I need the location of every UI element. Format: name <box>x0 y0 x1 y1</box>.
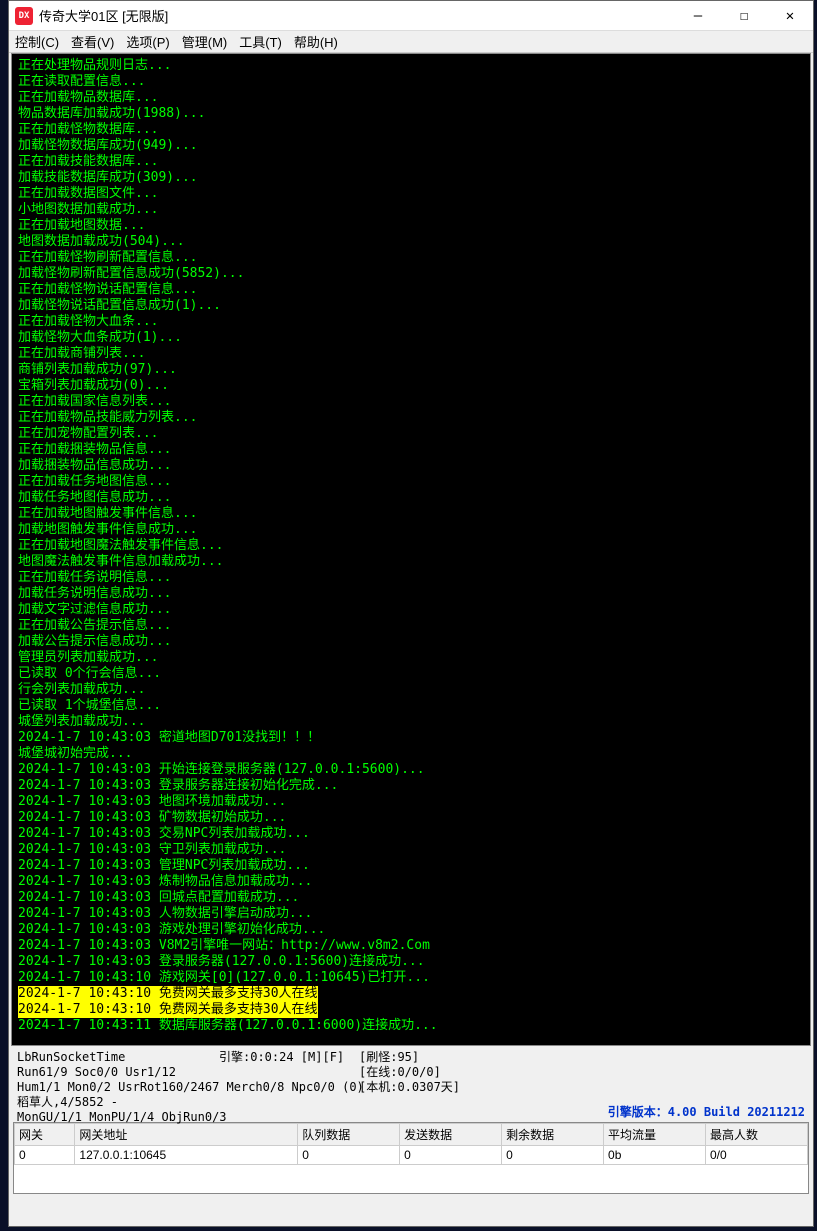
col-header[interactable]: 网关地址 <box>75 1124 298 1146</box>
status-col-mid: 引擎:0:0:24 [M][F] <box>219 1050 344 1065</box>
app-window: DX 传奇大学01区 [无限版] — ☐ ✕ 控制(C) 查看(V) 选项(P)… <box>8 0 814 1227</box>
menu-control[interactable]: 控制(C) <box>15 32 59 51</box>
col-header[interactable]: 发送数据 <box>400 1124 502 1146</box>
col-header[interactable]: 剩余数据 <box>502 1124 604 1146</box>
menu-view[interactable]: 查看(V) <box>71 32 114 51</box>
menu-manage[interactable]: 管理(M) <box>182 32 228 51</box>
cell: 0 <box>400 1146 502 1165</box>
col-header[interactable]: 最高人数 <box>706 1124 808 1146</box>
maximize-button[interactable]: ☐ <box>721 1 767 31</box>
app-icon: DX <box>15 7 33 25</box>
close-button[interactable]: ✕ <box>767 1 813 31</box>
col-header[interactable]: 平均流量 <box>604 1124 706 1146</box>
menubar: 控制(C) 查看(V) 选项(P) 管理(M) 工具(T) 帮助(H) <box>9 31 813 53</box>
gateway-table: 网关网关地址队列数据发送数据剩余数据平均流量最高人数 0127.0.0.1:10… <box>13 1122 809 1194</box>
col-header[interactable]: 队列数据 <box>298 1124 400 1146</box>
titlebar[interactable]: DX 传奇大学01区 [无限版] — ☐ ✕ <box>9 1 813 31</box>
cell: 0/0 <box>706 1146 808 1165</box>
status-col-right: [刷怪:95][在线:0/0/0][本机:0.0307天] <box>359 1050 460 1095</box>
log-console[interactable]: 正在处理物品规则日志... 正在读取配置信息... 正在加载物品数据库... 物… <box>11 53 811 1046</box>
window-title: 传奇大学01区 [无限版] <box>39 6 675 25</box>
cell: 0 <box>298 1146 400 1165</box>
cell: 0 <box>502 1146 604 1165</box>
minimize-button[interactable]: — <box>675 1 721 31</box>
engine-version: 引擎版本：4.00 Build 20211212 <box>608 1105 805 1120</box>
cell: 0b <box>604 1146 706 1165</box>
table-row[interactable]: 0127.0.0.1:106450000b0/0 <box>15 1146 808 1165</box>
menu-options[interactable]: 选项(P) <box>126 32 169 51</box>
menu-help[interactable]: 帮助(H) <box>294 32 338 51</box>
table-header-row: 网关网关地址队列数据发送数据剩余数据平均流量最高人数 <box>15 1124 808 1146</box>
status-area: LbRunSocketTimeRun61/9 Soc0/0 Usr1/12Hum… <box>9 1046 813 1122</box>
cell: 0 <box>15 1146 75 1165</box>
cell: 127.0.0.1:10645 <box>75 1146 298 1165</box>
col-header[interactable]: 网关 <box>15 1124 75 1146</box>
menu-tools[interactable]: 工具(T) <box>239 32 282 51</box>
